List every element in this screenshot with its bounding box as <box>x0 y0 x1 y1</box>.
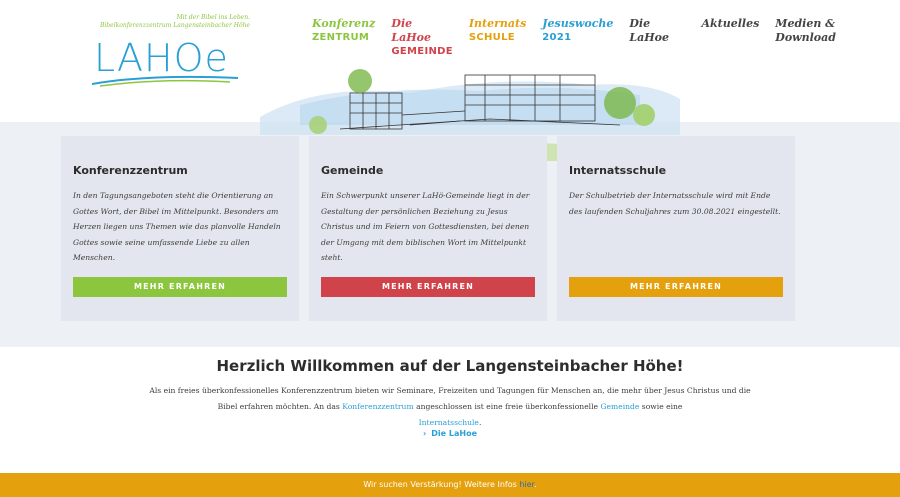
main-navigation: Konferenz ZENTRUM Die LaHoe GEMEINDE Int… <box>312 17 900 59</box>
link-internatsschule[interactable]: Internatsschule <box>419 418 479 427</box>
die-lahoe-link[interactable]: › Die LaHoe <box>0 429 900 438</box>
chevron-right-icon: › <box>422 429 427 438</box>
card-title: Gemeinde <box>321 164 384 177</box>
logo-swoosh-icon <box>91 75 239 87</box>
mehr-erfahren-button[interactable]: MEHR ERFAHREN <box>321 277 535 297</box>
card-gemeinde: Gemeinde Ein Schwerpunkt unserer LaHö-Ge… <box>309 136 547 321</box>
nav-internatsschule-line1: Internats <box>468 17 527 30</box>
nav-konferenzzentrum[interactable]: Konferenz ZENTRUM <box>312 17 375 59</box>
nav-die-lahoe[interactable]: Die LaHoe <box>629 17 685 59</box>
nav-gemeinde-line1: Die LaHoe <box>391 17 432 44</box>
logo-tagline-line2: Bibelkonferenzzentrum Langensteinbacher … <box>99 22 250 29</box>
welcome-text-part: . <box>478 418 482 427</box>
welcome-text-part: sowie eine <box>639 402 683 411</box>
site-logo[interactable]: Mit der Bibel ins Leben. Bibelkonferenzz… <box>60 14 250 94</box>
card-text: Ein Schwerpunkt unserer LaHö-Gemeinde li… <box>321 191 530 262</box>
link-konferenzzentrum[interactable]: Konferenzzentrum <box>342 402 413 411</box>
nav-jesuswoche-line1: Jesuswoche <box>542 17 614 30</box>
mehr-erfahren-button[interactable]: MEHR ERFAHREN <box>73 277 287 297</box>
card-title: Konferenzzentrum <box>73 164 188 177</box>
nav-jesuswoche[interactable]: Jesuswoche 2021 <box>542 17 613 59</box>
nav-gemeinde[interactable]: Die LaHoe GEMEINDE <box>391 17 452 59</box>
card-konferenzzentrum: Konferenzzentrum In den Tagungsangeboten… <box>61 136 299 321</box>
nav-jesuswoche-line2: 2021 <box>542 32 572 43</box>
welcome-text-part: angeschlossen ist eine freie überkonfess… <box>413 402 601 411</box>
logo-tagline-line1: Mit der Bibel ins Leben. <box>176 14 250 21</box>
card-title: Internatsschule <box>569 164 667 177</box>
link-gemeinde[interactable]: Gemeinde <box>600 402 639 411</box>
nav-internatsschule-line2: SCHULE <box>468 32 515 43</box>
card-internatsschule: Internatsschule Der Schulbetrieb der Int… <box>557 136 795 321</box>
notice-end: . <box>534 480 537 489</box>
nav-konferenzzentrum-line2: ZENTRUM <box>312 32 370 43</box>
notice-bar: Wir suchen Verstärkung! Weitere Infos hi… <box>0 473 900 497</box>
card-text: Der Schulbetrieb der Internatsschule wir… <box>569 191 781 216</box>
card-text: In den Tagungsangeboten steht die Orient… <box>73 191 281 262</box>
welcome-heading: Herzlich Willkommen auf der Langensteinb… <box>216 357 684 375</box>
mehr-erfahren-button[interactable]: MEHR ERFAHREN <box>569 277 783 297</box>
nav-konferenzzentrum-line1: Konferenz <box>312 17 376 30</box>
notice-link[interactable]: hier <box>519 480 534 489</box>
nav-medien-download[interactable]: Medien & Download <box>775 17 884 59</box>
notice-text: Wir suchen Verstärkung! Weitere Infos <box>363 480 520 489</box>
die-lahoe-link-label: Die LaHoe <box>431 429 477 438</box>
logo-tagline: Mit der Bibel ins Leben. Bibelkonferenzz… <box>100 14 250 30</box>
welcome-paragraph: Als ein freies überkonfessionelles Konfe… <box>140 383 760 431</box>
nav-aktuelles[interactable]: Aktuelles <box>701 17 759 59</box>
nav-internatsschule[interactable]: Internats SCHULE <box>469 17 526 59</box>
